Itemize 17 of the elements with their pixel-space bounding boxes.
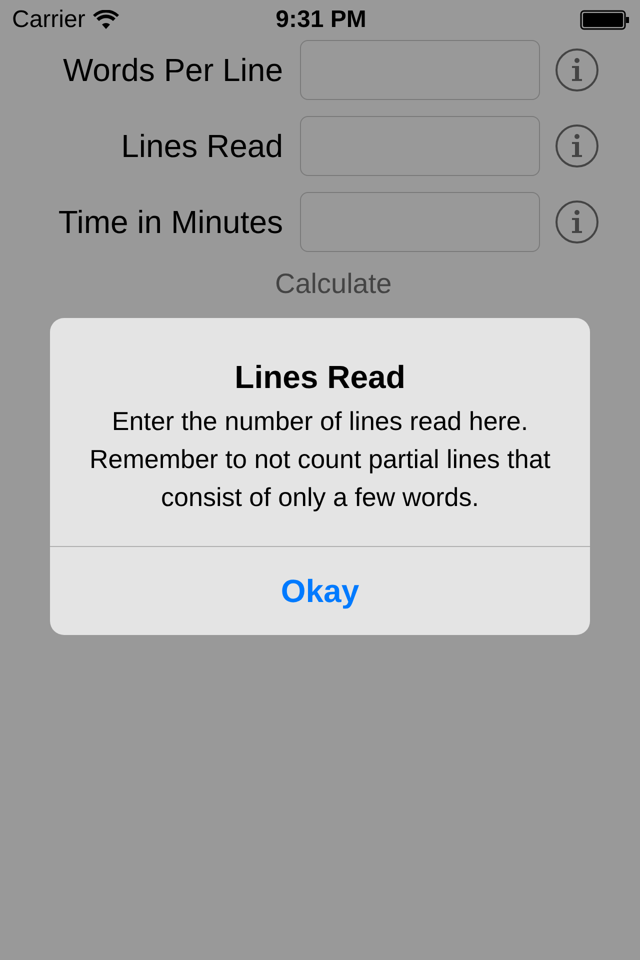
field-label: Lines Read xyxy=(120,128,283,164)
input-field[interactable] xyxy=(300,192,540,252)
alert-message: Enter the number of lines read here. Remember to not count partial lines that consist of only a few words. xyxy=(50,402,590,547)
wifi-icon xyxy=(93,10,120,30)
okay-button[interactable]: Okay xyxy=(50,547,590,635)
info-icon[interactable] xyxy=(555,48,599,92)
field-label: Time in Minutes xyxy=(57,204,283,240)
battery-icon xyxy=(580,10,630,30)
calculate-button[interactable]: Calculate xyxy=(275,268,392,300)
input-field[interactable] xyxy=(300,40,540,100)
alert-title: Lines Read xyxy=(234,358,406,396)
clock-time: 9:31 PM xyxy=(276,6,366,34)
info-icon[interactable] xyxy=(555,124,599,168)
field-label: Words Per Line xyxy=(62,52,283,88)
carrier-label: Carrier xyxy=(12,6,86,34)
info-icon[interactable] xyxy=(555,200,599,244)
input-field[interactable] xyxy=(300,116,540,176)
